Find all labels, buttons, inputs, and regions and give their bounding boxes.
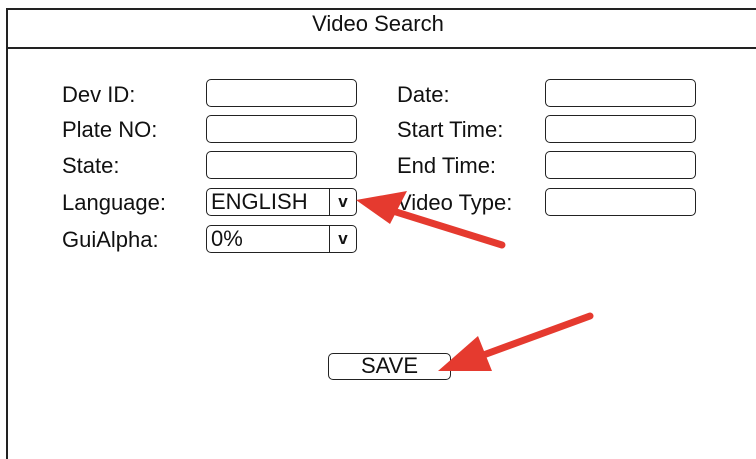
start-time-label: Start Time:: [397, 117, 504, 142]
language-selected-value: ENGLISH: [211, 189, 308, 214]
gui-alpha-select[interactable]: 0% v: [206, 225, 357, 253]
end-time-label: End Time:: [397, 153, 497, 178]
language-select[interactable]: ENGLISH v: [206, 188, 357, 216]
plate-no-input[interactable]: [206, 115, 357, 143]
dev-id-input[interactable]: [206, 79, 357, 107]
chevron-down-icon[interactable]: v: [329, 226, 356, 252]
save-button[interactable]: SAVE: [328, 353, 451, 380]
video-search-screen: Video Search Dev ID: Plate NO: State: La…: [0, 0, 756, 459]
state-input[interactable]: [206, 151, 357, 179]
page-title: Video Search: [312, 11, 444, 36]
dev-id-label: Dev ID:: [62, 82, 136, 107]
start-time-input[interactable]: [545, 115, 696, 143]
language-label: Language:: [62, 190, 166, 215]
video-type-label: Video Type:: [397, 190, 513, 215]
video-type-input[interactable]: [545, 188, 696, 216]
gui-alpha-selected-value: 0%: [211, 226, 243, 251]
gui-alpha-label: GuiAlpha:: [62, 227, 159, 252]
plate-no-label: Plate NO:: [62, 117, 158, 142]
chevron-down-icon[interactable]: v: [329, 189, 356, 215]
end-time-input[interactable]: [545, 151, 696, 179]
state-label: State:: [62, 153, 120, 178]
date-input[interactable]: [545, 79, 696, 107]
date-label: Date:: [397, 82, 450, 107]
